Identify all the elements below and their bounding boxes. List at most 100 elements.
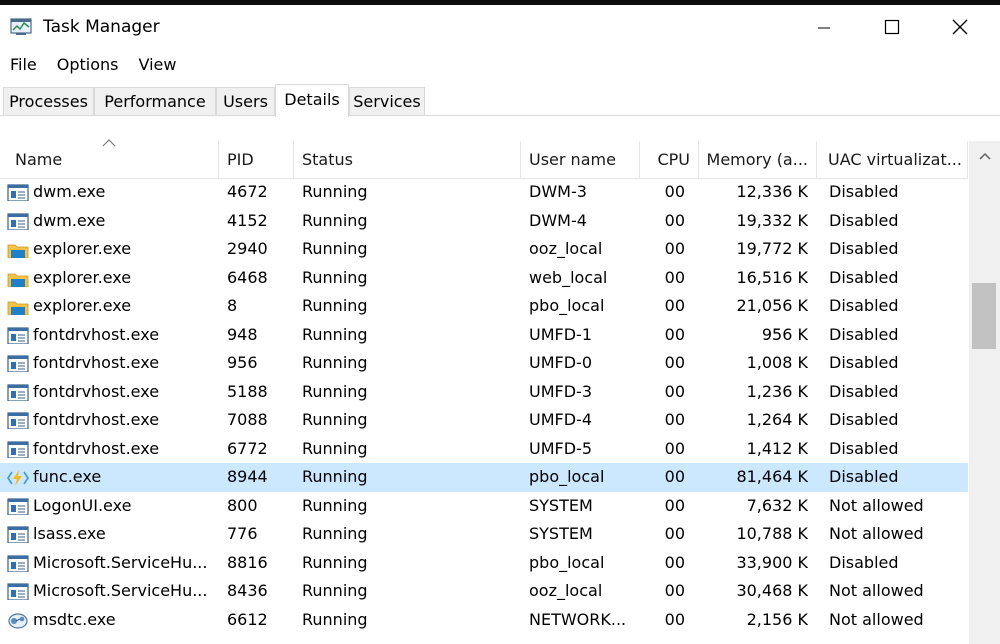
window-app-icon (7, 183, 29, 201)
process-name: lsass.exe (33, 524, 106, 543)
process-cpu: 00 (664, 467, 685, 486)
process-user-name: NETWORK... (529, 609, 627, 629)
process-cpu: 00 (664, 552, 685, 572)
process-uac-virtualization: Disabled (829, 353, 899, 372)
close-button[interactable] (926, 5, 994, 48)
table-row[interactable]: Microsoft.ServiceHu... 8436 Running ooz_loc… (0, 577, 968, 606)
process-name: explorer.exe (33, 296, 132, 315)
process-cpu: 00 (664, 495, 685, 515)
tab-services[interactable]: Services (349, 87, 425, 115)
process-name: explorer.exe (33, 239, 132, 258)
table-row[interactable]: dwm.exe 4152 Running DWM-4 00 19,332 K Disable… (0, 207, 968, 236)
process-pid: 8436 (227, 581, 268, 600)
table-row[interactable]: explorer.exe 6468 Running web_local 00 16,516… (0, 264, 968, 293)
msdtc-icon (7, 611, 29, 629)
table-row[interactable]: lsass.exe 776 Running SYSTEM 00 10,788 K Not a… (0, 520, 968, 549)
process-pid: 5188 (227, 381, 268, 401)
maximize-button[interactable] (858, 5, 926, 48)
tab-processes[interactable]: Processes (3, 87, 94, 115)
tab-strip: Processes Performance Users Details Serv… (0, 84, 1000, 117)
process-user-name: UMFD-0 (529, 353, 592, 372)
process-memory: 7,632 K (746, 495, 808, 515)
process-uac-virtualization: Disabled (829, 210, 899, 230)
menu-file[interactable]: File (0, 52, 47, 78)
vertical-scrollbar[interactable] (969, 141, 1000, 644)
process-pid: 776 (227, 524, 258, 543)
column-header-uac-virtualization[interactable]: UAC virtualizat... (817, 141, 968, 178)
tab-details[interactable]: Details (275, 84, 349, 117)
column-header-pid[interactable]: PID (219, 141, 294, 178)
table-row[interactable]: explorer.exe 8 Running pbo_local 00 21,056 K D… (0, 292, 968, 321)
task-manager-icon (10, 18, 32, 35)
process-status: Running (302, 410, 368, 429)
column-header-user-name[interactable]: User name (521, 141, 640, 178)
scroll-thumb[interactable] (972, 283, 996, 349)
table-row[interactable]: fontdrvhost.exe 7088 Running UMFD-4 00 1,264 … (0, 406, 968, 435)
process-pid: 6772 (227, 438, 268, 458)
folder-icon (7, 240, 29, 258)
process-name: LogonUI.exe (33, 495, 132, 515)
table-row[interactable]: func.exe 8944 Running pbo_local 00 81,464 K Di… (0, 463, 968, 492)
process-name: fontdrvhost.exe (33, 410, 160, 429)
process-name: dwm.exe (33, 182, 106, 201)
title-bar[interactable]: Task Manager (0, 5, 1000, 48)
process-memory: 10,788 K (736, 524, 808, 543)
window-app-icon (7, 411, 29, 429)
tab-users[interactable]: Users (216, 87, 275, 115)
process-uac-virtualization: Not allowed (829, 524, 924, 543)
process-memory: 2,156 K (746, 609, 808, 629)
scroll-up-button[interactable] (969, 141, 1000, 171)
process-memory: 1,236 K (746, 381, 808, 401)
process-status: Running (302, 609, 368, 629)
process-pid: 4152 (227, 210, 268, 230)
table-row[interactable]: explorer.exe 2940 Running ooz_local 00 19,772… (0, 235, 968, 264)
process-memory: 81,464 K (736, 467, 808, 486)
process-cpu: 00 (664, 381, 685, 401)
minimize-button[interactable] (790, 5, 858, 48)
column-header-status[interactable]: Status (294, 141, 521, 178)
process-pid: 7088 (227, 410, 268, 429)
menu-view[interactable]: View (129, 52, 187, 78)
process-cpu: 00 (664, 410, 685, 429)
menu-options[interactable]: Options (47, 52, 129, 78)
process-status: Running (302, 581, 368, 600)
process-user-name: UMFD-5 (529, 438, 592, 458)
column-header-cpu[interactable]: CPU (640, 141, 699, 178)
process-uac-virtualization: Disabled (829, 381, 899, 401)
process-user-name: pbo_local (529, 467, 605, 486)
process-uac-virtualization: Disabled (829, 239, 899, 258)
table-row[interactable]: fontdrvhost.exe 956 Running UMFD-0 00 1,008 K… (0, 349, 968, 378)
close-icon (952, 19, 968, 34)
table-row[interactable]: Microsoft.ServiceHu... 8816 Running pbo_loc… (0, 549, 968, 578)
process-cpu: 00 (664, 581, 685, 600)
maximize-icon (884, 19, 900, 34)
table-row[interactable]: LogonUI.exe 800 Running SYSTEM 00 7,632 K Not … (0, 492, 968, 521)
process-status: Running (302, 182, 368, 201)
process-memory: 956 K (761, 324, 808, 344)
process-name: msdtc.exe (33, 609, 116, 629)
process-name: fontdrvhost.exe (33, 353, 160, 372)
process-name: Microsoft.ServiceHu... (33, 552, 208, 572)
table-row[interactable]: fontdrvhost.exe 6772 Running UMFD-5 00 1,412 … (0, 435, 968, 464)
process-user-name: ooz_local (529, 239, 603, 258)
process-user-name: DWM-3 (529, 182, 587, 201)
task-manager-window: Task Manager File Options View Processes… (0, 5, 1000, 644)
table-row[interactable]: fontdrvhost.exe 5188 Running UMFD-3 00 1,236 … (0, 378, 968, 407)
column-header-memory[interactable]: Memory (a... (699, 141, 817, 178)
table-row[interactable]: msdtc.exe 6612 Running NETWORK... 00 2,156 K N… (0, 606, 968, 635)
process-status: Running (302, 467, 368, 486)
process-name: fontdrvhost.exe (33, 381, 160, 401)
table-row[interactable]: dwm.exe 4672 Running DWM-3 00 12,336 K Disable… (0, 178, 968, 207)
process-status: Running (302, 381, 368, 401)
window-app-icon (7, 326, 29, 344)
process-memory: 19,772 K (736, 239, 808, 258)
process-uac-virtualization: Disabled (829, 438, 899, 458)
process-pid: 4672 (227, 182, 268, 201)
tab-performance[interactable]: Performance (94, 87, 216, 115)
column-header-name[interactable]: Name (0, 141, 219, 178)
process-user-name: pbo_local (529, 552, 605, 572)
chevron-up-icon (978, 152, 991, 160)
process-status: Running (302, 210, 368, 230)
table-row[interactable]: fontdrvhost.exe 948 Running UMFD-1 00 956 K Di… (0, 321, 968, 350)
window-app-icon (7, 440, 29, 458)
